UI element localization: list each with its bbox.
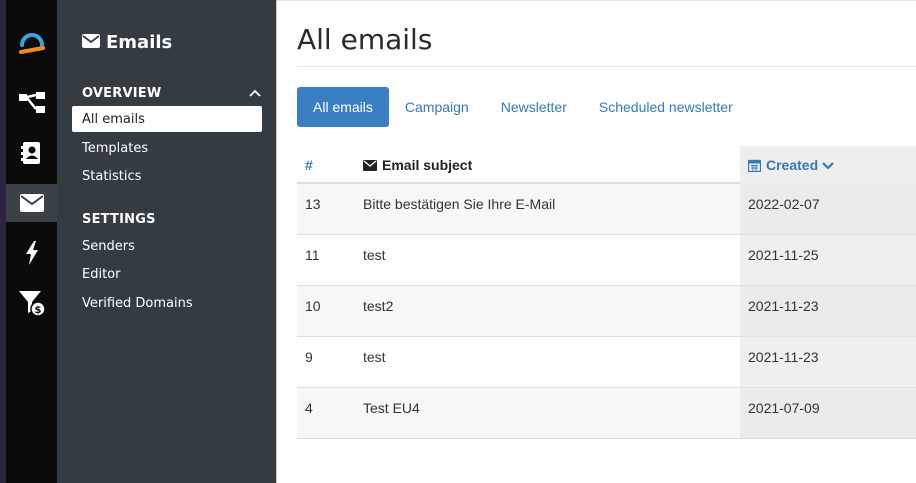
table-header: # Email subject Created [297, 146, 916, 184]
table-row[interactable]: 10 test2 2021-11-23 [297, 286, 916, 337]
tab-scheduled-newsletter[interactable]: Scheduled newsletter [583, 87, 749, 127]
column-header-created[interactable]: Created [740, 146, 916, 184]
sidebar-item-verified-domains[interactable]: Verified Domains [72, 290, 262, 316]
cell-created: 2021-11-23 [748, 298, 819, 314]
bolt-icon[interactable] [6, 234, 57, 272]
contacts-icon[interactable] [6, 134, 57, 172]
sidebar-item-templates[interactable]: Templates [72, 135, 262, 161]
cell-subject: Bitte bestätigen Sie Ihre E-Mail [363, 196, 556, 212]
tab-campaign[interactable]: Campaign [389, 87, 485, 127]
cell-created: 2021-07-09 [748, 400, 820, 416]
cell-subject: test [363, 247, 386, 263]
cell-subject: Test EU4 [363, 400, 420, 416]
cell-id: 11 [305, 247, 320, 263]
sidebar-item-statistics[interactable]: Statistics [72, 163, 262, 189]
chevron-up-icon[interactable] [249, 84, 261, 102]
column-header-subject[interactable]: Email subject [363, 146, 472, 184]
page-title: All emails [297, 23, 433, 56]
envelope-icon[interactable] [6, 184, 57, 222]
sidebar-item-editor[interactable]: Editor [72, 261, 262, 287]
cell-subject: test2 [363, 298, 394, 314]
table-row[interactable]: 9 test 2021-11-23 [297, 337, 916, 388]
app-logo-icon[interactable] [6, 24, 57, 62]
main-content: All emails All emails Campaign Newslette… [277, 0, 916, 483]
sidebar-title: Emails [82, 32, 172, 53]
section-sidebar: Emails OVERVIEW All emails Templates Sta… [57, 0, 277, 483]
email-type-tabs: All emails Campaign Newsletter Scheduled… [297, 87, 749, 127]
emails-table: # Email subject Created 13 Bitte bestäti… [297, 146, 916, 439]
cell-created: 2022-02-07 [748, 196, 820, 212]
funnel-dollar-icon[interactable]: $ [6, 284, 57, 322]
icon-rail: $ [0, 0, 57, 483]
table-row[interactable]: 11 test 2021-11-25 [297, 235, 916, 286]
sidebar-item-all-emails[interactable]: All emails [72, 106, 262, 132]
table-row[interactable]: 13 Bitte bestätigen Sie Ihre E-Mail 2022… [297, 184, 916, 235]
sidebar-item-senders[interactable]: Senders [72, 233, 262, 259]
cell-id: 4 [305, 400, 313, 416]
tab-newsletter[interactable]: Newsletter [485, 87, 583, 127]
app-window: $ Emails OVERVIEW All emails Templates S… [0, 0, 916, 483]
section-heading-settings: SETTINGS [82, 212, 156, 227]
cell-id: 13 [305, 196, 321, 212]
column-header-subject-label: Email subject [382, 157, 473, 173]
envelope-icon [363, 159, 377, 171]
title-divider [297, 66, 916, 67]
svg-text:$: $ [34, 305, 41, 316]
cell-subject: test [363, 349, 386, 365]
cell-id: 9 [305, 349, 313, 365]
section-heading-overview: OVERVIEW [82, 86, 162, 101]
tab-all-emails[interactable]: All emails [297, 87, 389, 127]
calendar-icon [748, 159, 761, 172]
chevron-down-icon [822, 161, 834, 170]
cell-created: 2021-11-23 [748, 349, 819, 365]
table-row[interactable]: 4 Test EU4 2021-07-09 [297, 388, 916, 439]
flow-icon[interactable] [6, 84, 57, 122]
sidebar-title-text: Emails [106, 32, 173, 53]
cell-created: 2021-11-25 [748, 247, 819, 263]
column-header-created-label: Created [766, 157, 819, 173]
column-header-id[interactable]: # [305, 146, 313, 184]
cell-id: 10 [305, 298, 321, 314]
envelope-icon [82, 32, 100, 53]
